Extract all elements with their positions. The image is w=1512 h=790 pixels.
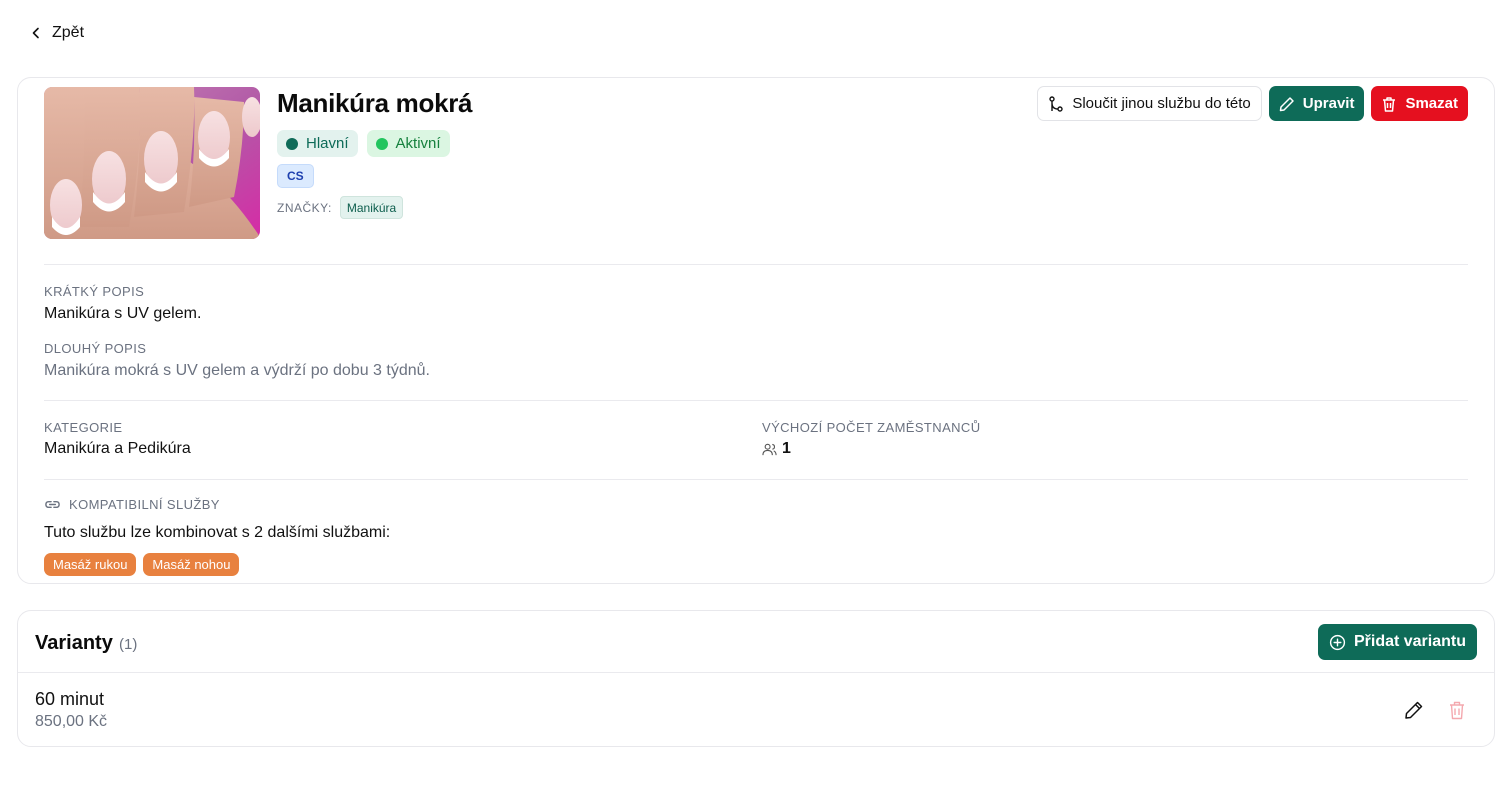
merge-service-label: Sloučit jinou službu do této xyxy=(1072,95,1251,112)
active-badge-label: Aktivní xyxy=(395,135,441,152)
pencil-icon[interactable] xyxy=(1404,700,1424,720)
back-link[interactable]: Zpět xyxy=(30,22,84,44)
main-badge: Hlavní xyxy=(277,130,358,157)
compatible-service-tag[interactable]: Masáž rukou xyxy=(44,553,137,576)
link-icon xyxy=(45,500,60,509)
tags-label: ZNAČKY: xyxy=(277,200,332,215)
variants-card: Varianty (1) Přidat variantu 60 minut 85… xyxy=(17,610,1495,747)
compatible-services-list: Masáž rukou Masáž nohou xyxy=(44,553,240,576)
delete-service-button[interactable]: Smazat xyxy=(1371,86,1468,121)
compatible-service-tag[interactable]: Masáž nohou xyxy=(143,553,240,576)
pencil-icon xyxy=(1279,96,1294,111)
language-badge: CS xyxy=(277,164,314,188)
add-variant-label: Přidat variantu xyxy=(1353,633,1466,650)
default-staff-count: 1 xyxy=(782,440,791,457)
divider xyxy=(44,400,1468,401)
tag-pill: Manikúra xyxy=(339,196,404,219)
compatible-services-label: KOMPATIBILNÍ SLUŽBY xyxy=(69,497,220,512)
back-label: Zpět xyxy=(52,24,85,41)
variants-title: Varianty xyxy=(35,632,113,654)
divider xyxy=(44,479,1468,480)
main-dot-icon xyxy=(286,137,298,150)
short-description-label: KRÁTKÝ POPIS xyxy=(44,284,145,299)
active-badge: Aktivní xyxy=(366,130,450,157)
status-badges: Hlavní Aktivní xyxy=(277,130,450,157)
default-staff-value: 1 xyxy=(762,440,791,458)
long-description-label: DLOUHÝ POPIS xyxy=(44,341,147,356)
chevron-left-icon xyxy=(32,27,39,39)
active-dot-icon xyxy=(375,137,388,150)
add-variant-button[interactable]: Přidat variantu xyxy=(1317,624,1477,660)
compatible-services-header: KOMPATIBILNÍ SLUŽBY xyxy=(44,496,220,513)
category-value: Manikúra a Pedikúra xyxy=(44,440,191,457)
service-title: Manikúra mokrá xyxy=(277,88,473,118)
edit-service-button[interactable]: Upravit xyxy=(1268,86,1365,121)
variants-header: Varianty (1) Přidat variantu xyxy=(18,611,1494,673)
divider xyxy=(44,264,1468,265)
default-staff-label: VÝCHOZÍ POČET ZAMĚSTNANCŮ xyxy=(762,420,981,435)
delete-service-label: Smazat xyxy=(1405,95,1458,112)
merge-service-button[interactable]: Sloučit jinou službu do této xyxy=(1037,86,1262,121)
service-detail-card: Manikúra mokrá Hlavní Aktivní CS ZNAČKY:… xyxy=(17,77,1495,584)
trash-icon xyxy=(1383,96,1396,112)
category-label: KATEGORIE xyxy=(44,420,123,435)
compatible-services-text: Tuto službu lze kombinovat s 2 dalšími s… xyxy=(44,524,391,541)
short-description-value: Manikúra s UV gelem. xyxy=(44,305,202,322)
main-badge-label: Hlavní xyxy=(306,135,349,152)
git-merge-icon xyxy=(1049,95,1064,112)
service-image xyxy=(44,87,260,239)
variant-price: 850,00 Kč xyxy=(35,713,108,730)
plus-circle-icon xyxy=(1329,634,1346,650)
tags-row: ZNAČKY: Manikúra xyxy=(277,196,404,219)
variant-name: 60 minut xyxy=(35,689,105,709)
trash-icon[interactable] xyxy=(1448,700,1466,720)
edit-service-label: Upravit xyxy=(1302,95,1355,112)
long-description-value: Manikúra mokrá s UV gelem a výdrží po do… xyxy=(44,362,430,379)
service-actions: Sloučit jinou službu do této Upravit Sma… xyxy=(1037,86,1468,121)
variants-count: (1) xyxy=(119,636,138,653)
users-icon xyxy=(762,443,777,455)
